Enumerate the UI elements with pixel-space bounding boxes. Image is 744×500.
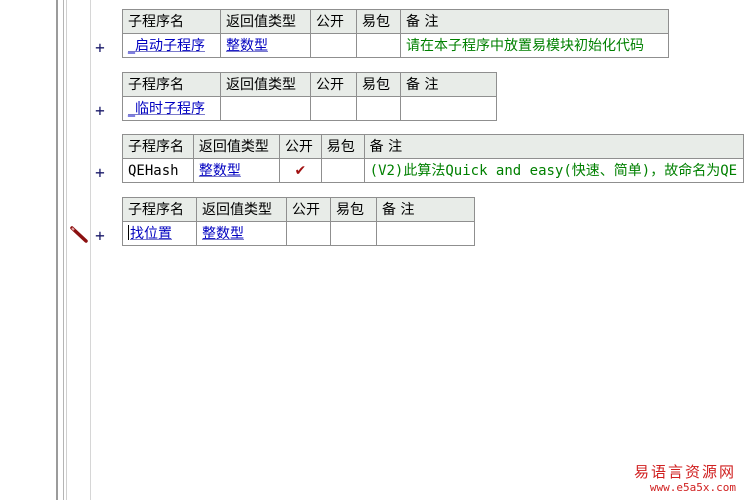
expand-button-3[interactable]: + bbox=[93, 165, 107, 181]
header-public: 公开 bbox=[278, 134, 322, 159]
subroutine-name-cell[interactable]: _临时子程序 bbox=[122, 96, 221, 121]
header-remark: 备 注 bbox=[400, 72, 497, 97]
header-remark: 备 注 bbox=[400, 9, 669, 34]
header-name: 子程序名 bbox=[122, 72, 221, 97]
subroutine-table-1: 子程序名 返回值类型 公开 易包 备 注 _启动子程序 整数型 请在本子程序中放… bbox=[122, 9, 669, 58]
header-return-type: 返回值类型 bbox=[192, 134, 280, 159]
watermark-title: 易语言资源网 bbox=[633, 463, 736, 481]
remark-cell[interactable] bbox=[376, 221, 475, 246]
pencil-icon bbox=[70, 226, 88, 243]
header-return-type: 返回值类型 bbox=[196, 197, 287, 222]
header-return-type: 返回值类型 bbox=[220, 9, 311, 34]
return-type-cell[interactable]: 整数型 bbox=[196, 221, 287, 246]
table-row: _启动子程序 整数型 请在本子程序中放置易模块初始化代码 bbox=[122, 33, 669, 58]
table-row: QEHash 整数型 ✔ (V2)此算法Quick and easy(快速、简单… bbox=[122, 158, 744, 183]
header-public: 公开 bbox=[286, 197, 331, 222]
easy-pack-cell[interactable] bbox=[320, 158, 365, 183]
left-gutter bbox=[0, 0, 56, 500]
gutter-divider-inner bbox=[63, 0, 64, 500]
subroutine-name-cell[interactable]: QEHash bbox=[122, 158, 194, 183]
return-type-cell[interactable]: 整数型 bbox=[220, 33, 311, 58]
gutter-divider-inner-2 bbox=[66, 0, 67, 500]
return-type-cell[interactable]: 整数型 bbox=[192, 158, 280, 183]
easy-pack-cell[interactable] bbox=[330, 221, 377, 246]
remark-cell[interactable] bbox=[400, 96, 497, 121]
header-return-type: 返回值类型 bbox=[220, 72, 311, 97]
watermark: 易语言资源网 www.e5a5x.com bbox=[634, 463, 736, 494]
subroutine-name-cell-editing[interactable]: 找位置 bbox=[122, 221, 197, 246]
subroutine-table-4: 子程序名 返回值类型 公开 易包 备 注 找位置 整数型 bbox=[122, 197, 475, 246]
header-remark: 备 注 bbox=[376, 197, 475, 222]
return-type-cell[interactable] bbox=[220, 96, 311, 121]
subroutine-table-2: 子程序名 返回值类型 公开 易包 备 注 _临时子程序 bbox=[122, 72, 497, 121]
public-cell[interactable] bbox=[310, 96, 357, 121]
header-name: 子程序名 bbox=[122, 197, 197, 222]
easy-pack-cell[interactable] bbox=[356, 96, 401, 121]
header-public: 公开 bbox=[310, 72, 357, 97]
header-easy-pack: 易包 bbox=[356, 9, 401, 34]
remark-cell[interactable]: 请在本子程序中放置易模块初始化代码 bbox=[400, 33, 669, 58]
header-remark: 备 注 bbox=[363, 134, 744, 159]
public-cell[interactable] bbox=[310, 33, 357, 58]
subroutine-name-text[interactable]: 找位置 bbox=[130, 226, 172, 242]
subroutine-name-cell[interactable]: _启动子程序 bbox=[122, 33, 221, 58]
text-caret bbox=[128, 224, 129, 240]
header-name: 子程序名 bbox=[122, 9, 221, 34]
gutter-divider bbox=[56, 0, 58, 500]
expand-button-2[interactable]: + bbox=[93, 103, 107, 119]
expand-button-4[interactable]: + bbox=[93, 228, 107, 244]
header-easy-pack: 易包 bbox=[356, 72, 401, 97]
expand-button-1[interactable]: + bbox=[93, 40, 107, 56]
header-easy-pack: 易包 bbox=[330, 197, 377, 222]
remark-cell[interactable]: (V2)此算法Quick and easy(快速、简单)，故命名为QE bbox=[363, 158, 744, 183]
public-cell[interactable] bbox=[286, 221, 331, 246]
header-easy-pack: 易包 bbox=[320, 134, 365, 159]
table-row: _临时子程序 bbox=[122, 96, 497, 121]
easy-pack-cell[interactable] bbox=[356, 33, 401, 58]
subroutine-table-3: 子程序名 返回值类型 公开 易包 备 注 QEHash 整数型 ✔ (V2)此算… bbox=[122, 134, 744, 183]
expand-column-divider bbox=[90, 0, 91, 500]
watermark-url: www.e5a5x.com bbox=[649, 481, 736, 494]
public-check-icon[interactable]: ✔ bbox=[278, 158, 322, 183]
header-name: 子程序名 bbox=[122, 134, 194, 159]
header-public: 公开 bbox=[310, 9, 357, 34]
table-row: 找位置 整数型 bbox=[122, 221, 475, 246]
